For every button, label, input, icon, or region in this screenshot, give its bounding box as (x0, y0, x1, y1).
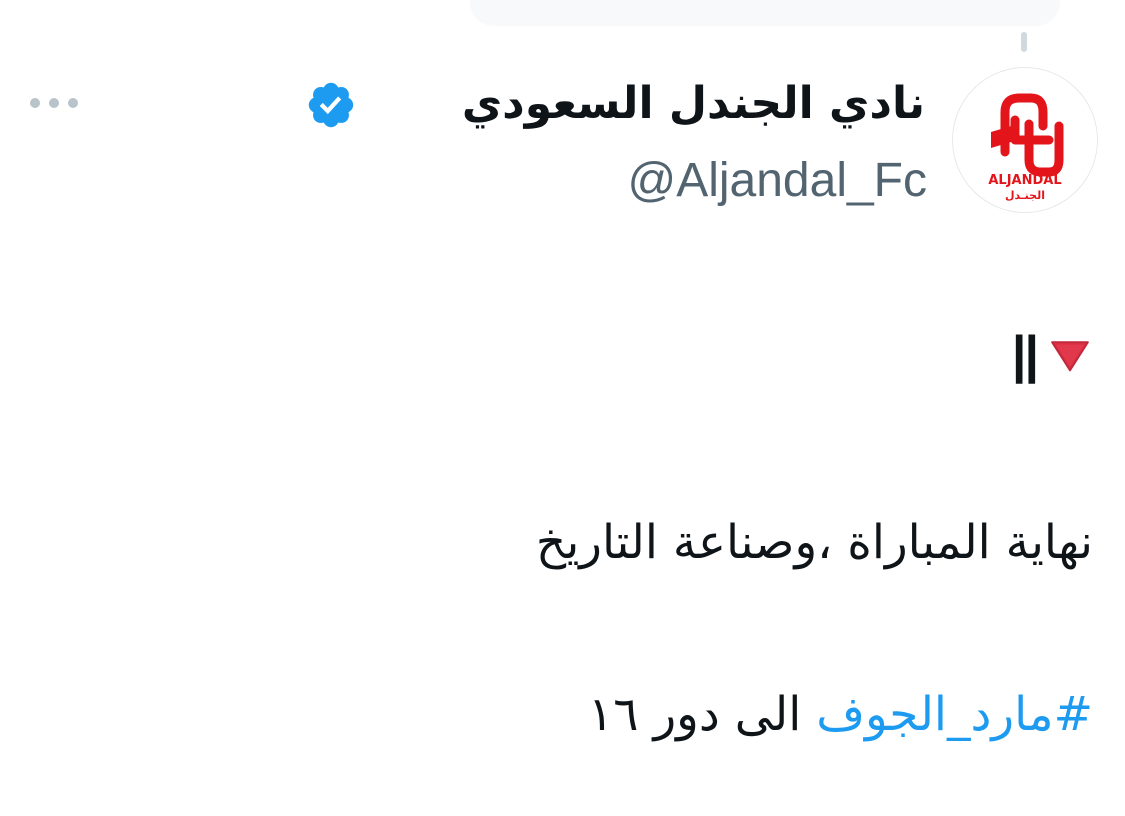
thread-connector-line (1021, 32, 1027, 52)
tweet-text: || نهاية المباراة ،وصناعة التاريخ #مارد_… (93, 320, 1093, 750)
more-dot (68, 98, 78, 108)
more-dot (49, 98, 59, 108)
top-fade-overlay (470, 0, 1060, 26)
avatar[interactable]: ALJANDAL الجنـدل (952, 67, 1098, 213)
author-display-name[interactable]: نادي الجندل السعودي (462, 74, 925, 134)
tweet-line-2: نهاية المباراة ،وصناعة التاريخ (535, 515, 1093, 570)
aljandal-logo-icon: ALJANDAL الجنـدل (988, 93, 1064, 202)
more-options-icon[interactable] (30, 88, 78, 118)
more-dot (30, 98, 40, 108)
tweet-line-3-text: الى دور ١٦ (588, 687, 802, 742)
logo-text-arabic: الجنـدل (1005, 189, 1045, 202)
tweet-line-3: #مارد_الجوف الى دور ١٦ (93, 680, 1093, 750)
hashtag-link[interactable]: #مارد_الجوف (816, 687, 1093, 742)
tweet-line-1: || (93, 320, 1093, 390)
verified-badge-icon (308, 82, 354, 128)
red-triangle-down-icon (1051, 341, 1089, 372)
logo-text: ALJANDAL (988, 173, 1061, 188)
double-bar-symbol: || (1011, 326, 1039, 384)
author-handle[interactable]: @Aljandal_Fc (627, 150, 927, 212)
tweet-view: ALJANDAL الجنـدل نادي الجندل السعودي @Al… (0, 0, 1125, 816)
